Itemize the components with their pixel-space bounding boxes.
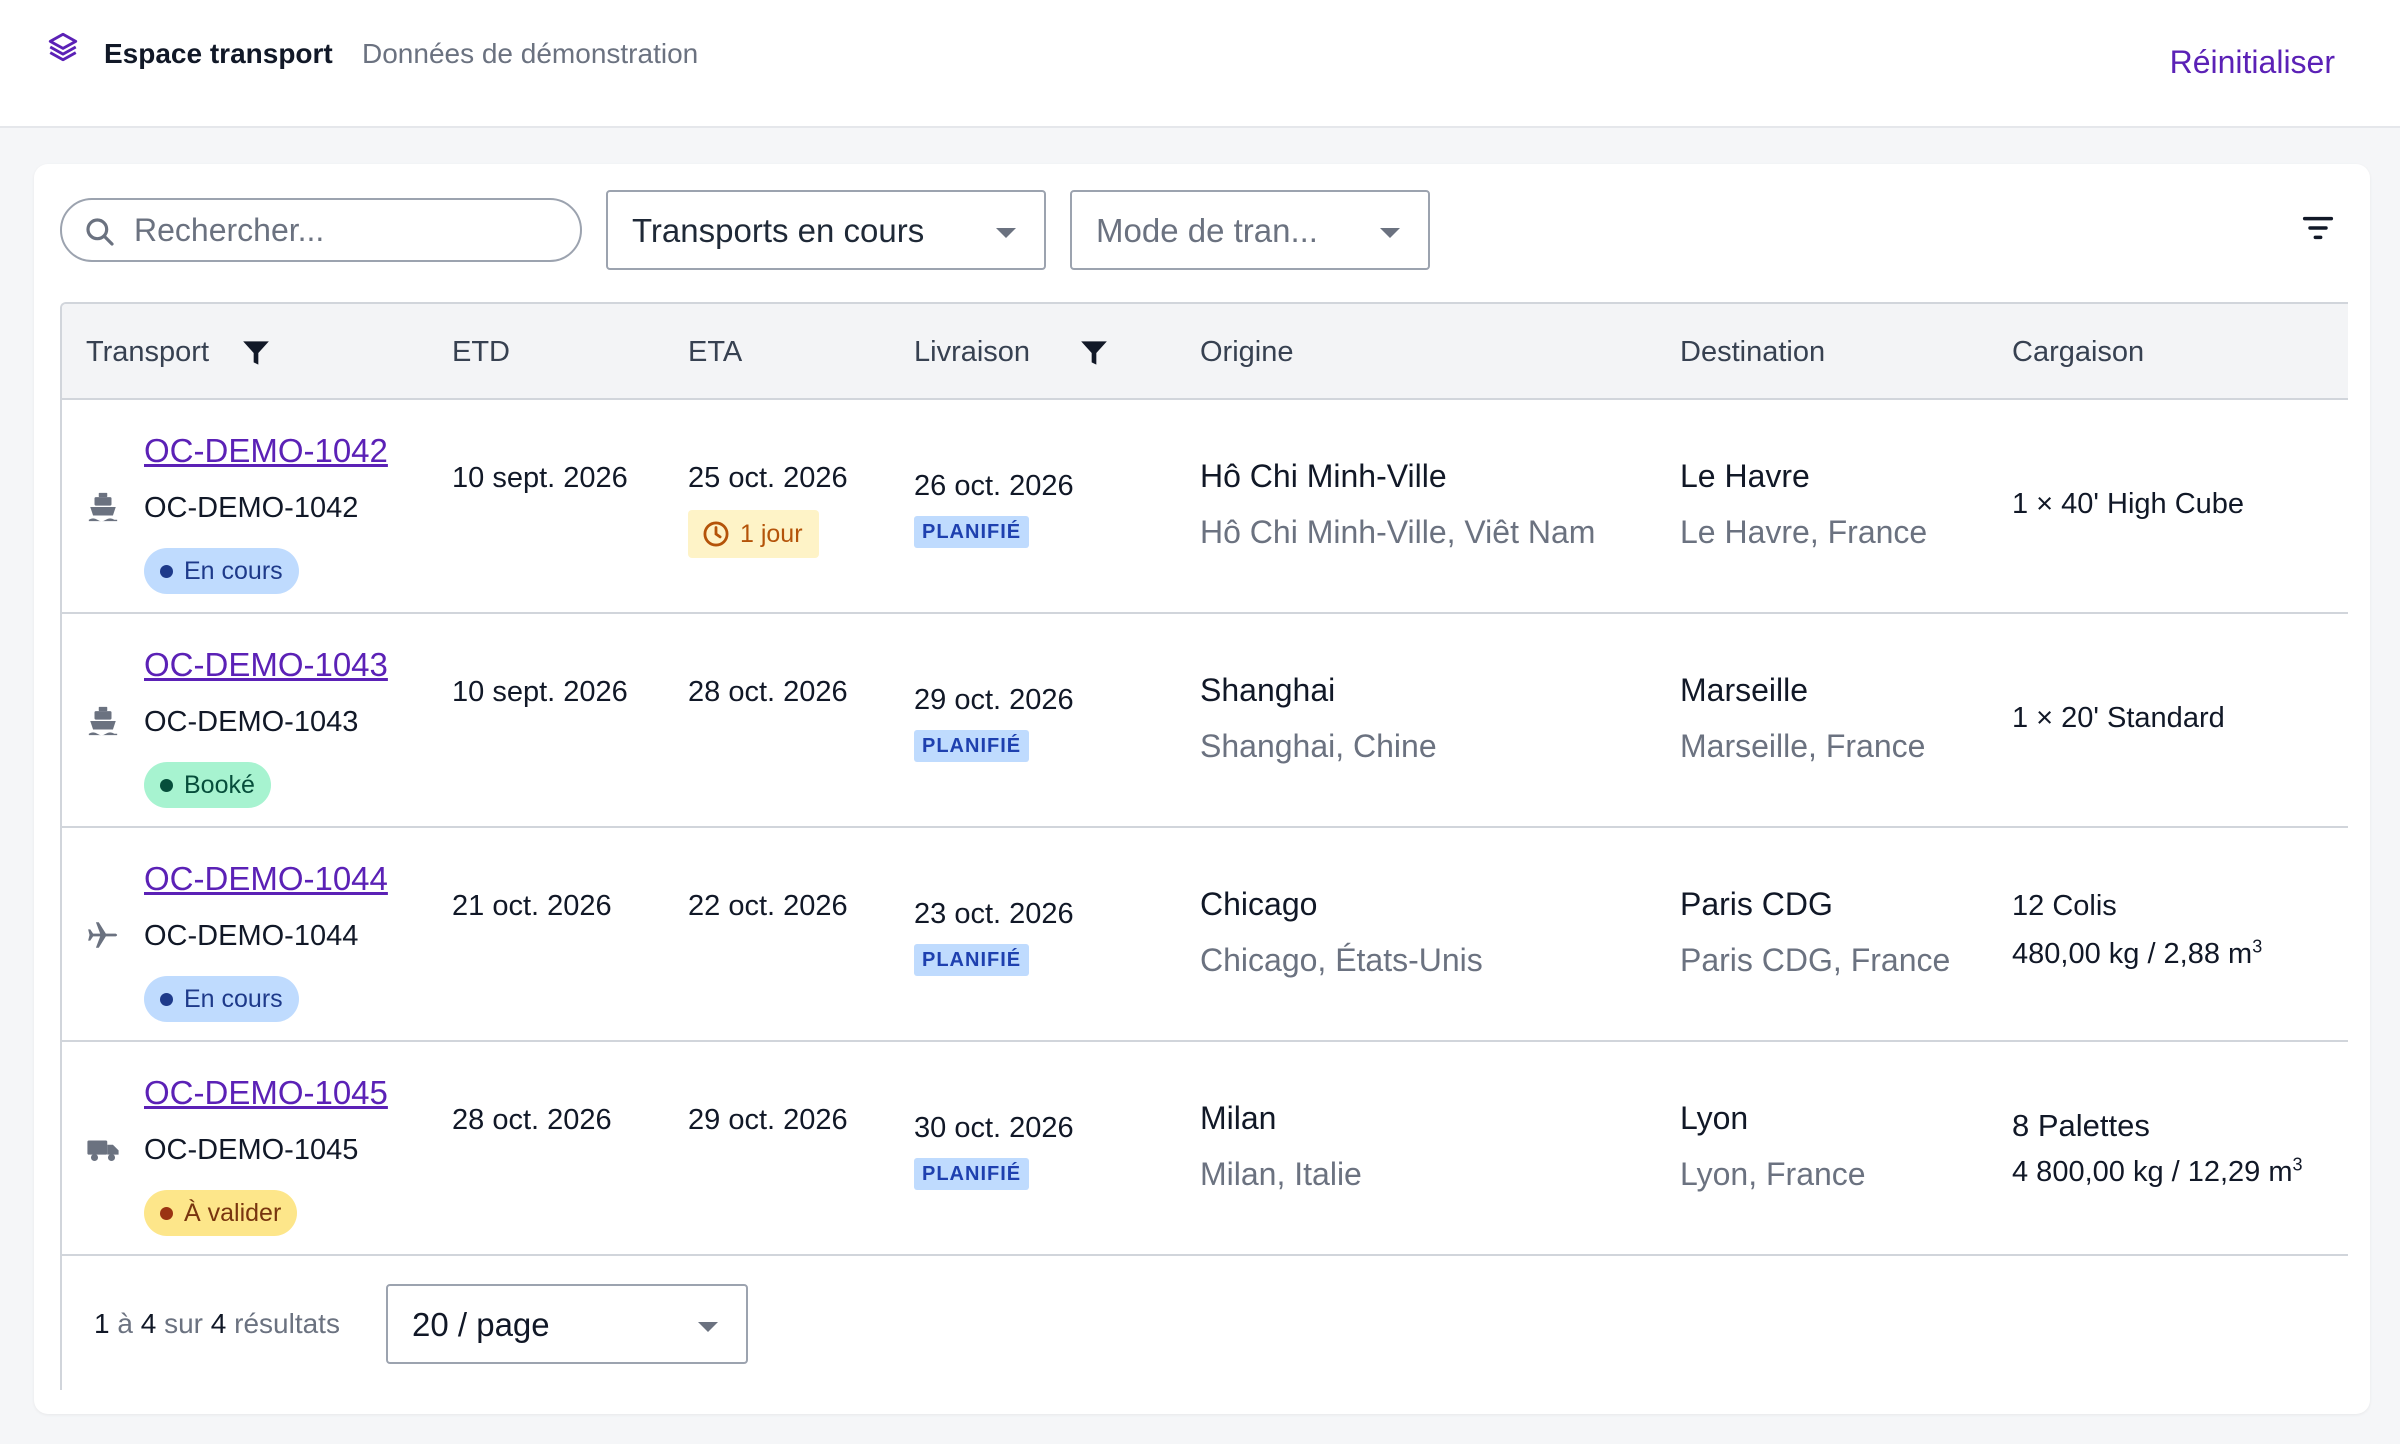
plane-icon bbox=[88, 922, 118, 948]
transport-ref: OC-DEMO-1045 bbox=[144, 1134, 359, 1166]
delivery-date: 30 oct. 2026 bbox=[914, 1112, 1074, 1144]
transport-ref: OC-DEMO-1043 bbox=[144, 706, 359, 738]
col-cargo[interactable]: Cargaison bbox=[2012, 336, 2144, 369]
eta-date: 22 oct. 2026 bbox=[688, 890, 848, 922]
cargo-description: 1 × 40' High Cube bbox=[2012, 488, 2245, 520]
destination-location: Le Havre, France bbox=[1680, 514, 1928, 550]
destination-city: Lyon bbox=[1680, 1100, 1749, 1136]
page-size-select[interactable]: 20 / page bbox=[386, 1284, 748, 1364]
destination-location: Marseille, France bbox=[1680, 728, 1926, 764]
col-destination[interactable]: Destination bbox=[1680, 336, 1825, 369]
cargo-description: 1 × 20' Standard bbox=[2012, 702, 2225, 734]
chevron-down-icon bbox=[996, 228, 1016, 238]
eta-date: 29 oct. 2026 bbox=[688, 1104, 848, 1136]
transport-ref-link[interactable]: OC-DEMO-1043 bbox=[144, 646, 388, 684]
destination-city: Le Havre bbox=[1680, 458, 1810, 494]
etd-date: 10 sept. 2026 bbox=[452, 462, 628, 494]
col-origin[interactable]: Origine bbox=[1200, 336, 1294, 369]
chevron-down-icon bbox=[1380, 228, 1400, 238]
status-select[interactable]: Transports en cours bbox=[606, 190, 1046, 270]
delay-badge: 1 jour bbox=[688, 510, 819, 558]
search-input[interactable] bbox=[134, 208, 564, 252]
delivery-date: 29 oct. 2026 bbox=[914, 684, 1074, 716]
status-badge: Booké bbox=[144, 762, 271, 808]
search-box[interactable] bbox=[60, 198, 582, 262]
delivery-date: 23 oct. 2026 bbox=[914, 898, 1074, 930]
cargo-weight-volume: 480,00 kg / 2,88 m3 bbox=[2012, 936, 2263, 970]
transport-ref-link[interactable]: OC-DEMO-1045 bbox=[144, 1074, 388, 1112]
etd-date: 28 oct. 2026 bbox=[452, 1104, 612, 1136]
origin-city: Chicago bbox=[1200, 886, 1318, 922]
col-transport[interactable]: Transport bbox=[86, 336, 209, 369]
transport-mode-placeholder: Mode de tran... bbox=[1096, 212, 1318, 249]
transport-ref-link[interactable]: OC-DEMO-1042 bbox=[144, 432, 388, 470]
eta-date: 25 oct. 2026 bbox=[688, 462, 848, 494]
table-header: Transport ETD ETA Livraison Origine Dest… bbox=[62, 304, 2348, 400]
transports-card: Transports en cours Mode de tran... Tran… bbox=[34, 164, 2370, 1414]
app-subtitle: Données de démonstration bbox=[362, 38, 699, 69]
etd-date: 10 sept. 2026 bbox=[452, 676, 628, 708]
cargo-description: 8 Palettes bbox=[2012, 1108, 2150, 1143]
clock-icon bbox=[703, 521, 729, 547]
transport-ref: OC-DEMO-1042 bbox=[144, 492, 359, 524]
funnel-filter-icon[interactable] bbox=[1080, 340, 1108, 366]
ship-icon bbox=[88, 492, 118, 522]
funnel-filter-icon[interactable] bbox=[242, 340, 270, 366]
cargo-weight-volume: 4 800,00 kg / 12,29 m3 bbox=[2012, 1154, 2303, 1188]
reset-button[interactable]: Réinitialiser bbox=[2170, 44, 2335, 81]
destination-location: Lyon, France bbox=[1680, 1156, 1866, 1192]
delivery-status-badge: PLANIFIÉ bbox=[914, 1158, 1030, 1190]
search-icon bbox=[86, 218, 114, 246]
delivery-status-badge: PLANIFIÉ bbox=[914, 944, 1030, 976]
layers-icon bbox=[48, 32, 78, 62]
table-row[interactable]: OC-DEMO-1044 OC-DEMO-1044 En cours 21 oc… bbox=[62, 828, 2348, 1042]
delivery-status-badge: PLANIFIÉ bbox=[914, 516, 1030, 548]
etd-date: 21 oct. 2026 bbox=[452, 890, 612, 922]
origin-location: Chicago, États-Unis bbox=[1200, 942, 1483, 978]
transport-mode-select[interactable]: Mode de tran... bbox=[1070, 190, 1430, 270]
table-row[interactable]: OC-DEMO-1045 OC-DEMO-1045 À valider 28 o… bbox=[62, 1042, 2348, 1256]
table-row[interactable]: OC-DEMO-1043 OC-DEMO-1043 Booké 10 sept.… bbox=[62, 614, 2348, 828]
pagination-bar: 1 à 4 sur 4 résultats 20 / page bbox=[62, 1262, 2348, 1390]
origin-city: Milan bbox=[1200, 1100, 1277, 1136]
status-badge: En cours bbox=[144, 976, 299, 1022]
filter-lines-icon[interactable] bbox=[2302, 214, 2334, 242]
status-badge: À valider bbox=[144, 1190, 298, 1236]
transport-ref: OC-DEMO-1044 bbox=[144, 920, 359, 952]
origin-location: Shanghai, Chine bbox=[1200, 728, 1437, 764]
top-bar: Espace transport Données de démonstratio… bbox=[0, 0, 2400, 128]
transport-ref-link[interactable]: OC-DEMO-1044 bbox=[144, 860, 388, 898]
origin-location: Milan, Italie bbox=[1200, 1156, 1362, 1192]
status-badge: En cours bbox=[144, 548, 299, 594]
transports-table: Transport ETD ETA Livraison Origine Dest… bbox=[60, 302, 2348, 1390]
destination-location: Paris CDG, France bbox=[1680, 942, 1951, 978]
col-eta[interactable]: ETA bbox=[688, 336, 742, 369]
chevron-down-icon bbox=[698, 1322, 718, 1332]
cargo-description: 12 Colis bbox=[2012, 890, 2117, 922]
table-row[interactable]: OC-DEMO-1042 OC-DEMO-1042 En cours 10 se… bbox=[62, 400, 2348, 614]
status-select-value: Transports en cours bbox=[632, 212, 925, 249]
origin-city: Hô Chi Minh-Ville bbox=[1200, 458, 1447, 494]
results-count: 1 à 4 sur 4 résultats bbox=[94, 1308, 340, 1339]
page-size-value: 20 / page bbox=[412, 1306, 550, 1343]
eta-date: 28 oct. 2026 bbox=[688, 676, 848, 708]
delivery-status-badge: PLANIFIÉ bbox=[914, 730, 1030, 762]
destination-city: Marseille bbox=[1680, 672, 1809, 708]
app-title: Espace transport bbox=[104, 38, 333, 69]
destination-city: Paris CDG bbox=[1680, 886, 1833, 922]
ship-icon bbox=[88, 706, 118, 736]
col-etd[interactable]: ETD bbox=[452, 336, 510, 369]
origin-location: Hô Chi Minh-Ville, Viêt Nam bbox=[1200, 514, 1596, 550]
origin-city: Shanghai bbox=[1200, 672, 1336, 708]
col-delivery[interactable]: Livraison bbox=[914, 336, 1030, 369]
delivery-date: 26 oct. 2026 bbox=[914, 470, 1074, 502]
truck-icon bbox=[87, 1140, 119, 1162]
